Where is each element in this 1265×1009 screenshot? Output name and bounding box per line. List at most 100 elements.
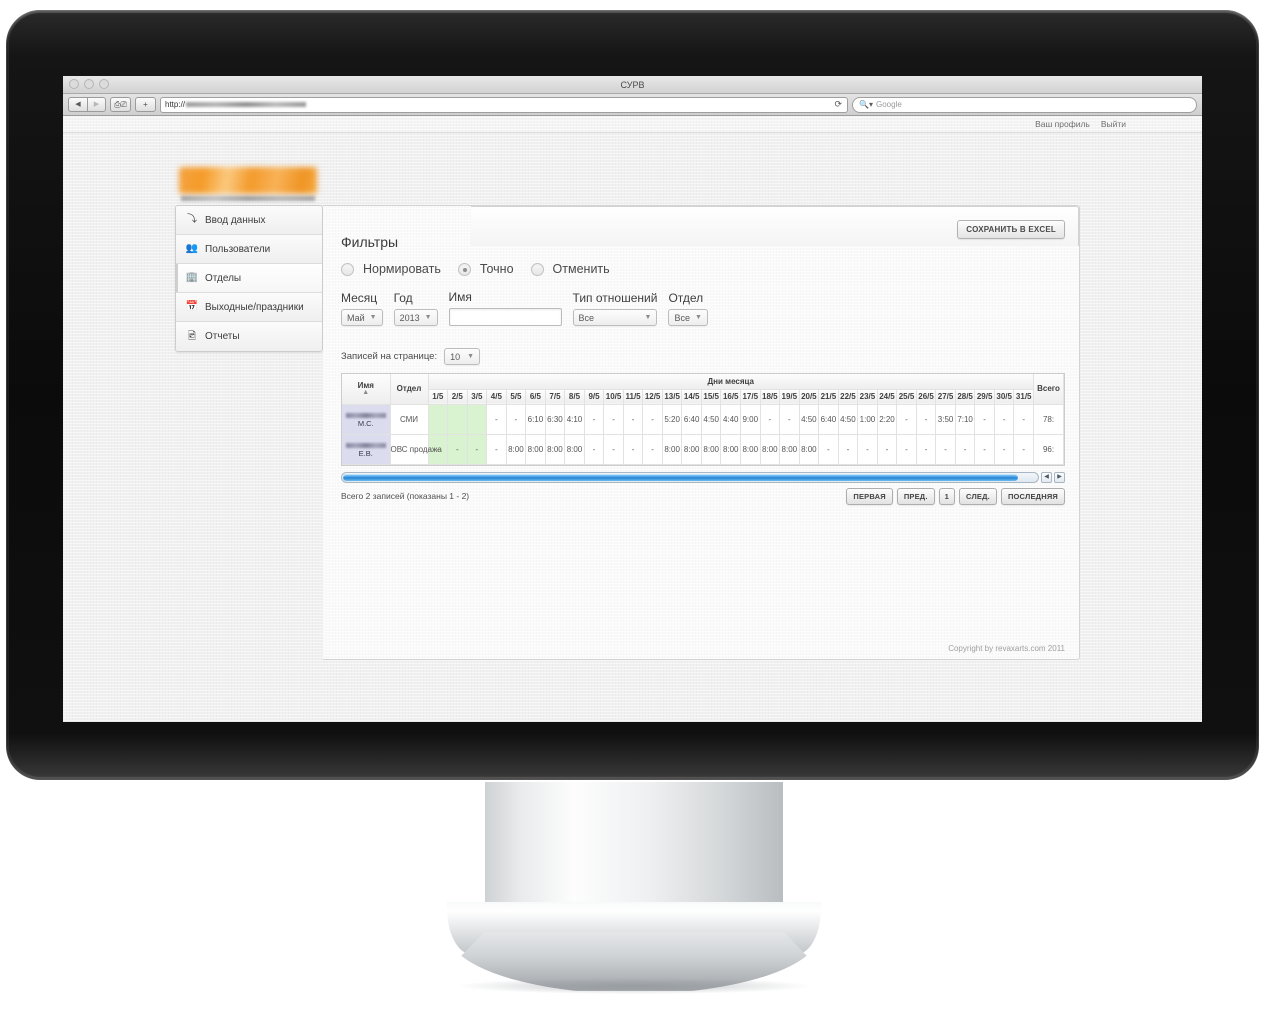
column-header-day[interactable]: 3/5	[467, 389, 488, 405]
cell-day-value[interactable]: -	[935, 434, 956, 465]
cell-day-value[interactable]: -	[603, 434, 624, 465]
column-header-day[interactable]: 11/5	[623, 389, 644, 405]
radio-exact[interactable]	[457, 262, 471, 276]
cell-day-value[interactable]: -	[584, 404, 605, 435]
relation-type-select[interactable]: Все ▼	[572, 309, 658, 326]
cell-day-value[interactable]: -	[974, 404, 995, 435]
cell-day-value[interactable]: -	[1013, 404, 1034, 435]
plus-icon[interactable]: +	[135, 97, 156, 112]
cell-day-value[interactable]: 8:00	[720, 434, 741, 465]
profile-link[interactable]: Ваш профиль	[1035, 119, 1090, 129]
sidebar-item-reports[interactable]: 🖻 Отчеты	[176, 322, 322, 351]
column-header-day[interactable]: 2/5	[447, 389, 468, 405]
column-header-day[interactable]: 7/5	[545, 389, 566, 405]
cell-day-value[interactable]	[467, 404, 488, 435]
cell-day-value[interactable]: 8:00	[545, 434, 566, 465]
column-header-day[interactable]: 16/5	[720, 389, 741, 405]
column-header-day[interactable]: 30/5	[994, 389, 1015, 405]
save-to-excel-button[interactable]: СОХРАНИТЬ В EXCEL	[957, 220, 1065, 239]
navigation-buttons[interactable]: ◀ ▶	[68, 97, 106, 112]
column-header-day[interactable]: 13/5	[662, 389, 683, 405]
scrollbar-track[interactable]	[341, 472, 1039, 483]
close-window-button[interactable]	[69, 79, 79, 89]
column-header-day[interactable]: 27/5	[935, 389, 956, 405]
column-header-day[interactable]: 1/5	[428, 389, 449, 405]
cell-day-value[interactable]: 1:00	[857, 404, 878, 435]
cell-day-value[interactable]: 8:00	[740, 434, 761, 465]
column-header-day[interactable]: 17/5	[740, 389, 761, 405]
column-header-day[interactable]: 21/5	[818, 389, 839, 405]
sidebar-item-departments[interactable]: 🏢 Отделы	[176, 264, 322, 293]
scroll-right-icon[interactable]: ▶	[1054, 472, 1065, 483]
cell-day-value[interactable]: 8:00	[564, 434, 585, 465]
cell-day-value[interactable]: -	[623, 434, 644, 465]
column-header-day[interactable]: 10/5	[603, 389, 624, 405]
pagination-button[interactable]: СЛЕД.	[959, 487, 997, 505]
radio-normalize[interactable]	[341, 262, 354, 276]
cell-day-value[interactable]: -	[486, 434, 507, 465]
cell-day-value[interactable]: -	[994, 434, 1015, 465]
cell-day-value[interactable]: -	[916, 434, 937, 465]
cell-day-value[interactable]: -	[857, 434, 878, 465]
column-header-day[interactable]: 4/5	[486, 389, 507, 405]
pagination-button[interactable]: 1	[938, 487, 956, 505]
cell-day-value[interactable]: -	[916, 404, 937, 435]
cell-day-value[interactable]: 2:20	[877, 404, 898, 435]
cell-day-value[interactable]: 8:00	[799, 434, 820, 465]
window-traffic-lights[interactable]	[69, 79, 109, 89]
url-input[interactable]: http:// ⟳	[160, 96, 848, 113]
column-header-day[interactable]: 22/5	[838, 389, 859, 405]
column-header-day[interactable]: 28/5	[955, 389, 976, 405]
cell-day-value[interactable]: 3:50	[935, 404, 956, 435]
sidebar-item-users[interactable]: 👥 Пользователи	[176, 235, 322, 264]
column-header-name[interactable]: Имя ▲	[342, 374, 391, 405]
cell-day-value[interactable]: -	[642, 434, 663, 465]
column-header-day[interactable]: 9/5	[584, 389, 605, 405]
cell-day-value[interactable]: -	[447, 434, 468, 465]
horizontal-scrollbar[interactable]: ◀ ▶	[341, 472, 1065, 484]
table-row[interactable]: Е.В. ОВС продажа - - - -8:00 8:00 8:00 8:00- - - -8…	[342, 434, 1064, 465]
cell-day-value[interactable]: 4:50	[701, 404, 722, 435]
zoom-window-button[interactable]	[99, 79, 109, 89]
pagination-button[interactable]: ПОСЛЕДНЯЯ	[1000, 487, 1065, 505]
cell-day-value[interactable]: 6:40	[681, 404, 702, 435]
cell-day-value[interactable]: -	[896, 434, 917, 465]
cell-day-value[interactable]: -	[623, 404, 644, 435]
reload-icon[interactable]: ⟳	[834, 99, 842, 110]
cell-day-value[interactable]: 8:00	[701, 434, 722, 465]
cell-day-value[interactable]: 8:00	[779, 434, 800, 465]
records-per-page-select[interactable]: 10 ▼	[444, 348, 481, 365]
cell-day-value[interactable]: 4:50	[838, 404, 859, 435]
cell-day-value[interactable]: -	[896, 404, 917, 435]
column-header-day[interactable]: 14/5	[681, 389, 702, 405]
column-header-day[interactable]: 5/5	[506, 389, 527, 405]
column-header-day[interactable]: 19/5	[779, 389, 800, 405]
department-select[interactable]: Все ▼	[668, 309, 708, 326]
column-header-day[interactable]: 26/5	[916, 389, 937, 405]
cell-day-value[interactable]: -	[760, 404, 781, 435]
column-header-day[interactable]: 12/5	[642, 389, 663, 405]
column-header-day[interactable]: 31/5	[1013, 389, 1034, 405]
cell-day-value[interactable]: 8:00	[506, 434, 527, 465]
reader-icon[interactable]: ⎙⎚	[110, 97, 131, 112]
name-input[interactable]	[448, 308, 562, 326]
cell-day-value[interactable]	[447, 404, 468, 435]
table-row[interactable]: М.С. СМИ - -6:10 6:30 4:10- - - -5:20 6:40 4:50 4:4…	[342, 404, 1064, 435]
cell-day-value[interactable]: -	[1013, 434, 1034, 465]
logout-link[interactable]: Выйти	[1101, 119, 1126, 129]
cell-day-value[interactable]: 6:10	[525, 404, 546, 435]
search-input[interactable]: 🔍▾ Google	[852, 96, 1197, 113]
cell-day-value[interactable]: 4:50	[799, 404, 820, 435]
cell-day-value[interactable]: -	[994, 404, 1015, 435]
column-header-day[interactable]: 18/5	[760, 389, 781, 405]
cell-day-value[interactable]: -	[955, 434, 976, 465]
column-header-day[interactable]: 25/5	[896, 389, 917, 405]
cell-day-value[interactable]: 8:00	[525, 434, 546, 465]
minimize-window-button[interactable]	[84, 79, 94, 89]
cell-day-value[interactable]: -	[486, 404, 507, 435]
cell-day-value[interactable]: -	[603, 404, 624, 435]
cell-day-value[interactable]: 4:40	[720, 404, 741, 435]
cell-day-value[interactable]: -	[467, 434, 488, 465]
column-header-dept[interactable]: Отдел	[390, 374, 429, 405]
cell-day-value[interactable]: 8:00	[681, 434, 702, 465]
